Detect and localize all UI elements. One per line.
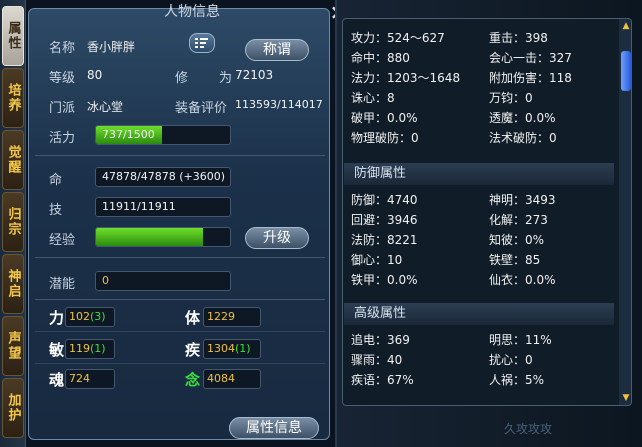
stat-entry: 法防：8221 <box>351 233 418 247</box>
attr-mind-value: 4084 <box>203 369 261 389</box>
scroll-up-icon[interactable]: ▲ <box>620 21 631 31</box>
stat-entry: 法力：1203～1648 <box>351 71 461 85</box>
character-panel: 人物信息 × 名称 香小胖胖 称谓 等级 80 修 为 72103 门派 冰心堂… <box>28 2 346 440</box>
stat-entry: 化解：273 <box>489 213 548 227</box>
stat-entry: 法术破防：0 <box>489 131 557 145</box>
vitality-bar: 737/1500 <box>95 125 231 145</box>
stat-entry: 诛心：8 <box>351 91 395 105</box>
stats-panel: 攻力：524～627 重击：398 命中：880 会心一击：327 法力：1203～16… <box>342 18 632 406</box>
divider <box>35 299 325 300</box>
sect-label: 门派 <box>49 101 76 116</box>
tab-blessing[interactable]: 加护 <box>2 378 24 438</box>
tab-return[interactable]: 归宗 <box>2 192 24 252</box>
attr-value: 4084 <box>207 372 235 385</box>
stat-entry: 神明：3493 <box>489 193 556 207</box>
exp-label: 经验 <box>49 233 76 248</box>
hp-label: 命 <box>49 173 63 188</box>
potential-value: 0 <box>95 271 231 291</box>
attr-value: 724 <box>69 372 90 385</box>
scroll-down-icon[interactable]: ▼ <box>620 393 631 403</box>
attr-body-label: 体 <box>185 309 201 327</box>
attr-body-value: 1229 <box>203 307 261 327</box>
stat-entry: 破甲：0.0% <box>351 111 418 125</box>
upgrade-button[interactable]: 升级 <box>245 227 309 249</box>
title-button[interactable]: 称谓 <box>245 39 309 61</box>
stat-entry: 防御：4740 <box>351 193 418 207</box>
stat-entry: 知彼：0% <box>489 233 545 247</box>
stat-entry: 骤雨：40 <box>351 353 403 367</box>
divider <box>35 363 325 364</box>
attr-strength-value: 102(3) <box>65 307 115 327</box>
cultivation-label-2: 为 <box>219 71 233 86</box>
divider <box>35 155 325 156</box>
scrollbar-thumb[interactable] <box>621 51 631 91</box>
rating-value: 113593/114017 <box>235 98 323 111</box>
skill-value: 11911/11911 <box>95 197 231 217</box>
stat-entry: 万钧：0 <box>489 91 533 105</box>
attr-agility-value: 119(1) <box>65 339 115 359</box>
attr-soul-label: 魂 <box>49 371 65 389</box>
attr-strength-label: 力 <box>49 309 65 327</box>
stat-entry: 追电：369 <box>351 333 410 347</box>
rating-label: 装备评价 <box>175 101 228 116</box>
attr-soul-value: 724 <box>65 369 115 389</box>
stat-entry: 命中：880 <box>351 51 410 65</box>
tab-revelation[interactable]: 神启 <box>2 254 24 314</box>
divider <box>35 257 325 258</box>
stat-entry: 附加伤害：118 <box>489 71 572 85</box>
stat-entry: 物理破防：0 <box>351 131 419 145</box>
stat-entry: 重击：398 <box>489 31 548 45</box>
vitality-text: 737/1500 <box>102 128 155 141</box>
stat-entry: 铁壁：85 <box>489 253 541 267</box>
sect-value: 冰心堂 <box>87 100 124 114</box>
attr-bonus: (3) <box>90 310 106 323</box>
tab-attributes[interactable]: 属性 <box>2 6 24 66</box>
stat-entry: 仙衣：0.0% <box>489 273 556 287</box>
attr-value: 119 <box>69 342 90 355</box>
tab-cultivate[interactable]: 培养 <box>2 68 24 128</box>
window-title: 人物信息 <box>164 4 220 20</box>
divider <box>35 331 325 332</box>
attr-value: 102 <box>69 310 90 323</box>
attr-speed-value: 1304(1) <box>203 339 261 359</box>
stat-entry: 回避：3946 <box>351 213 418 227</box>
stat-entry: 透魔：0.0% <box>489 111 556 125</box>
sort-icon[interactable] <box>189 33 215 53</box>
potential-label: 潜能 <box>49 277 76 292</box>
stat-entry: 御心：10 <box>351 253 403 267</box>
tab-awaken[interactable]: 觉醒 <box>2 130 24 190</box>
stat-entry: 铁甲：0.0% <box>351 273 418 287</box>
attr-bonus: (1) <box>235 342 251 355</box>
character-name: 香小胖胖 <box>87 40 136 54</box>
cultivation-label: 修 <box>175 71 189 86</box>
stat-entry: 明思：11% <box>489 333 552 347</box>
hp-value: 47878/47878 (+3600) <box>95 167 231 187</box>
name-label: 名称 <box>49 41 76 56</box>
tab-reputation[interactable]: 声望 <box>2 316 24 376</box>
attr-mind-label: 念 <box>185 371 201 389</box>
attr-bonus: (1) <box>90 342 106 355</box>
attr-value: 1229 <box>207 310 235 323</box>
exp-bar <box>95 227 231 247</box>
attr-speed-label: 疾 <box>185 341 201 359</box>
stat-entry: 疾语：67% <box>351 373 414 387</box>
skill-label: 技 <box>49 203 63 218</box>
vitality-label: 活力 <box>49 131 76 146</box>
stat-entry: 人祸：5% <box>489 373 545 387</box>
advanced-section-header: 高级属性 <box>344 303 614 325</box>
attribute-info-button[interactable]: 属性信息 <box>229 417 319 439</box>
watermark: 久攻攻攻 <box>504 422 553 436</box>
vertical-tabs: 属性 培养 觉醒 归宗 神启 声望 加护 <box>0 0 26 447</box>
attr-agility-label: 敏 <box>49 341 65 359</box>
attr-value: 1304 <box>207 342 235 355</box>
cultivation-value: 72103 <box>235 68 274 82</box>
level-label: 等级 <box>49 71 76 86</box>
stat-entry: 扰心：0 <box>489 353 533 367</box>
exp-fill <box>96 228 204 246</box>
level-value: 80 <box>87 68 103 82</box>
stat-entry: 攻力：524～627 <box>351 31 445 45</box>
defense-section-header: 防御属性 <box>344 163 614 185</box>
stat-entry: 会心一击：327 <box>489 51 572 65</box>
